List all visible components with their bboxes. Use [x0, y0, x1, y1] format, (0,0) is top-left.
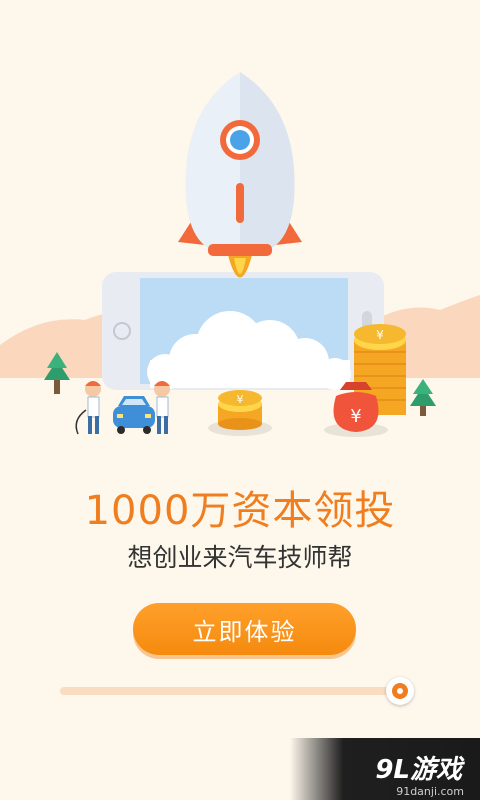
tall-coin-symbol: ¥	[376, 328, 384, 342]
watermark-brand: 9L游戏	[375, 755, 462, 785]
headline: 1000万资本领投	[84, 488, 396, 534]
try-now-button[interactable]: 立即体验	[133, 603, 356, 655]
watermark-url: 91danji.com	[396, 785, 464, 798]
onboarding-progress-knob[interactable]	[386, 677, 414, 705]
rocket-icon	[178, 72, 302, 256]
bag-symbol: ¥	[350, 406, 361, 427]
watermark-logo: 9L游戏 91danji.com	[290, 738, 480, 800]
onboarding-progress-track	[60, 687, 400, 695]
subheadline: 想创业来汽车技师帮	[127, 543, 353, 572]
coin-symbol: ¥	[237, 393, 244, 406]
hero-illustration: ¥ ¥ ¥	[0, 72, 480, 437]
